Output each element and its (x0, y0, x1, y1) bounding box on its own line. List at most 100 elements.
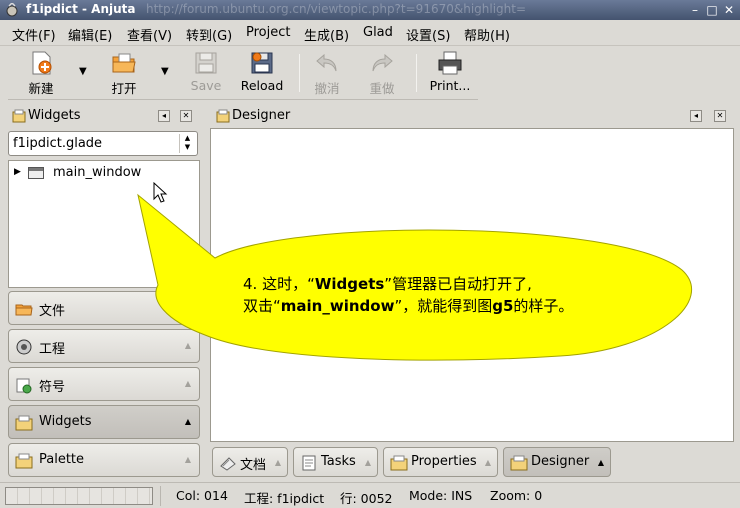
dock-button-project[interactable]: 工程 ▲ (8, 329, 200, 363)
print-button[interactable]: Print... (426, 50, 474, 98)
dock-expand-icon: ▲ (184, 379, 191, 388)
dock-button-files[interactable]: 文件 ▲ (8, 291, 200, 325)
tasks-icon (302, 455, 316, 471)
status-separator (160, 486, 161, 506)
symbols-icon (16, 378, 32, 394)
widgets-glade-icon (12, 109, 26, 123)
annotation-text-span: ”，就能得到图 (394, 297, 493, 315)
menu-view[interactable]: 查看(V) (127, 25, 172, 44)
dock-button-palette[interactable]: Palette ▲ (8, 443, 200, 477)
tab-properties[interactable]: Properties ▲ (383, 447, 498, 477)
annotation-bold-span: g5 (492, 297, 514, 315)
annotation-text-span: ”管理器已自动打开了, (384, 275, 532, 293)
reload-button[interactable]: Reload (237, 50, 287, 98)
menu-edit[interactable]: 编辑(E) (68, 25, 112, 44)
redo-label: 重做 (369, 81, 395, 96)
save-button[interactable]: Save (183, 50, 229, 98)
dock-button-label: 符号 (39, 380, 66, 395)
save-disk-icon (195, 52, 217, 74)
combo-updown-icon[interactable]: ▲ ▼ (179, 134, 195, 153)
tab-label: Properties (411, 454, 477, 469)
documents-icon (220, 457, 236, 471)
annotation-text-span: 双击“ (243, 297, 281, 315)
open-folder-icon (112, 53, 136, 73)
undo-button[interactable]: 撤消 (306, 50, 348, 98)
printer-icon (438, 51, 462, 75)
save-label: Save (190, 78, 222, 93)
tab-tasks[interactable]: Tasks ▲ (293, 447, 378, 477)
window-title: f1ipdict - Anjuta (26, 2, 136, 16)
menu-settings[interactable]: 设置(S) (406, 25, 450, 44)
tab-label: 文档 (240, 458, 267, 473)
new-file-icon (32, 51, 52, 75)
annotation-text-span: 的样子。 (513, 297, 574, 315)
open-label: 打开 (111, 81, 137, 96)
menu-file[interactable]: 文件(F) (12, 25, 56, 44)
tab-expand-icon: ▲ (274, 458, 281, 467)
status-zoom: Zoom: 0 (490, 488, 543, 503)
tree-expander-icon[interactable]: ▶ (14, 167, 21, 177)
status-line: 行: 0052 (340, 491, 393, 506)
anjuta-app-icon (6, 3, 18, 17)
dock-expand-icon: ▲ (184, 303, 191, 312)
annotation-line-1: 4. 这时，“Widgets”管理器已自动打开了, (243, 273, 663, 295)
minimize-icon[interactable]: – (688, 3, 702, 17)
undo-label: 撤消 (314, 81, 340, 96)
menu-goto[interactable]: 转到(G) (186, 25, 232, 44)
tab-designer[interactable]: Designer ▲ (503, 447, 611, 477)
annotation-line-2: 双击“main_window”，就能得到图g5的样子。 (243, 295, 663, 317)
designer-pane-dock-icon[interactable]: ◂ (690, 110, 702, 122)
menu-build[interactable]: 生成(B) (304, 25, 349, 44)
widgets-pane-dock-icon[interactable]: ◂ (158, 110, 170, 122)
new-dropdown-icon[interactable]: ▼ (79, 66, 87, 77)
redo-arrow-icon (372, 53, 393, 72)
tab-expand-icon: ▲ (597, 458, 604, 467)
tab-label: Tasks (321, 454, 356, 469)
glade-file-combo[interactable]: f1ipdict.glade ▲ ▼ (8, 131, 198, 156)
background-url-ghost: http://forum.ubuntu.org.cn/viewtopic.php… (146, 2, 527, 16)
tree-item-main-window[interactable]: main_window (53, 165, 141, 180)
annotation-bold-span: Widgets (314, 275, 385, 293)
dock-expand-icon: ▲ (184, 455, 191, 464)
redo-button[interactable]: 重做 (361, 50, 403, 98)
dock-button-label: 工程 (39, 342, 66, 357)
dock-expand-icon: ▲ (184, 341, 191, 350)
menu-project[interactable]: Project (246, 25, 290, 40)
status-bar: Col: 014 工程: f1ipdict 行: 0052 Mode: INS … (0, 482, 740, 508)
widgets-pane-title: Widgets (28, 108, 81, 123)
dock-button-label: Palette (39, 452, 85, 467)
widgets-glade-icon (15, 415, 33, 431)
window-widget-icon (28, 167, 44, 179)
project-gear-icon (16, 339, 32, 355)
designer-pane-title: Designer (232, 108, 291, 123)
mouse-cursor-icon (153, 182, 168, 203)
toolbar-separator (299, 54, 300, 92)
palette-glade-icon (15, 453, 33, 469)
menu-bar: 文件(F) 编辑(E) 查看(V) 转到(G) Project 生成(B) Gl… (0, 20, 740, 46)
annotation-text: 4. 这时，“Widgets”管理器已自动打开了, 双击“main_window… (243, 273, 663, 317)
tab-documents[interactable]: 文档 ▲ (212, 447, 288, 477)
close-icon[interactable]: ✕ (722, 3, 736, 17)
dock-button-widgets[interactable]: Widgets ▲ (8, 405, 200, 439)
properties-glade-icon (390, 455, 408, 471)
designer-pane-close-icon[interactable]: ✕ (714, 110, 726, 122)
menu-glade[interactable]: Glad (363, 25, 393, 40)
reload-label: Reload (240, 78, 284, 93)
status-project: 工程: f1ipdict (244, 491, 325, 506)
new-button[interactable]: 新建 (18, 50, 64, 98)
designer-glade-icon (216, 109, 230, 123)
open-dropdown-icon[interactable]: ▼ (161, 66, 169, 77)
widgets-pane-header: Widgets ◂ ✕ (8, 106, 200, 126)
tab-label: Designer (531, 454, 590, 469)
open-button[interactable]: 打开 (101, 50, 147, 98)
menu-help[interactable]: 帮助(H) (464, 25, 510, 44)
title-bar: f1ipdict - Anjuta http://forum.ubuntu.or… (0, 0, 740, 20)
new-label: 新建 (28, 81, 54, 96)
reload-disk-icon (251, 52, 273, 74)
annotation-text-span: 4. 这时，“ (243, 275, 315, 293)
widgets-tree: ▶ main_window (8, 160, 200, 288)
widgets-pane-close-icon[interactable]: ✕ (180, 110, 192, 122)
folder-icon (15, 304, 33, 316)
maximize-icon[interactable]: □ (705, 3, 719, 17)
dock-button-symbols[interactable]: 符号 ▲ (8, 367, 200, 401)
